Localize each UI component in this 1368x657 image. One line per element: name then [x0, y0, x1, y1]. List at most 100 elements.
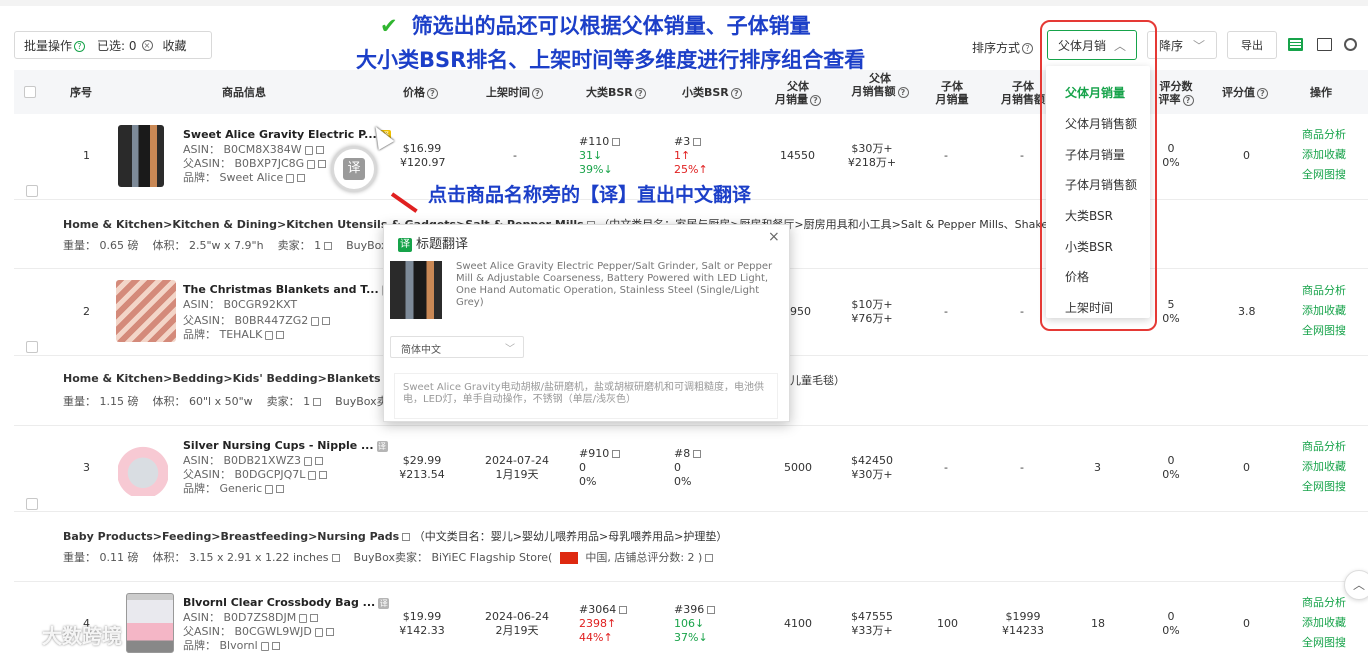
image-search-link[interactable]: 全网图搜	[1302, 165, 1346, 185]
image-search-link[interactable]: 全网图搜	[1302, 633, 1346, 653]
select-all-checkbox[interactable]	[24, 86, 36, 98]
parent-revenue-cell: $42450 ¥30万+	[851, 454, 893, 481]
external-link-icon[interactable]	[318, 160, 327, 168]
external-link-icon[interactable]	[322, 317, 331, 325]
price-cell: $29.99 ¥213.54	[399, 454, 445, 481]
image-search-link[interactable]: 全网图搜	[1302, 477, 1346, 497]
product-title-link[interactable]: The Christmas Blankets and T...	[183, 283, 379, 296]
copy-icon[interactable]	[260, 641, 269, 651]
product-title-link[interactable]: Blvornl Clear Crossbody Bag ...	[183, 596, 375, 609]
small-bsr-cell: #3 1↑ 25%↑	[674, 135, 708, 176]
external-link-icon[interactable]	[693, 138, 702, 146]
clear-selection-icon[interactable]: ×	[141, 39, 153, 51]
image-search-link[interactable]: 全网图搜	[1302, 321, 1346, 341]
sort-order-select[interactable]: 降序 ﹀	[1147, 31, 1217, 59]
settings-icon[interactable]	[1344, 38, 1357, 51]
external-link-icon[interactable]	[315, 146, 324, 154]
product-thumbnail[interactable]	[126, 593, 174, 653]
copy-icon[interactable]	[303, 456, 312, 466]
rating-count-cell: 0 0%	[1162, 454, 1180, 481]
copy-icon[interactable]	[299, 613, 308, 623]
external-link-icon[interactable]	[313, 398, 322, 406]
category-path-tail: 儿童毛毯）	[790, 374, 845, 387]
external-link-icon[interactable]	[297, 174, 306, 182]
translate-badge[interactable]: 译	[378, 597, 390, 609]
analyze-link[interactable]: 商品分析	[1302, 281, 1346, 301]
product-title-link[interactable]: Sweet Alice Gravity Electric P...	[183, 128, 377, 141]
list-view-icon[interactable]	[1288, 38, 1303, 51]
external-link-icon[interactable]	[693, 450, 702, 458]
product-thumbnail[interactable]	[118, 438, 168, 496]
watermark-logo: 大数跨境	[10, 620, 122, 649]
col-parent-sales: 父体 月销量?	[772, 80, 824, 106]
col-child-sales: 子体 月销量	[935, 80, 969, 106]
language-select[interactable]: 简体中文 ﹀	[390, 336, 524, 358]
small-bsr-cell: #396 106↓ 37%↓	[674, 603, 716, 645]
selected-count-label: 已选: 0	[97, 38, 137, 53]
row-checkbox[interactable]	[26, 185, 38, 197]
product-title-link[interactable]: Silver Nursing Cups - Nipple ...	[183, 439, 374, 452]
col-product: 商品信息	[222, 86, 266, 99]
copy-icon[interactable]	[265, 330, 274, 340]
batch-toolbar: 批量操作? 已选: 0 × 收藏	[14, 31, 212, 59]
copy-icon[interactable]	[265, 484, 274, 494]
scroll-top-button[interactable]: ︿	[1344, 570, 1368, 600]
external-link-icon[interactable]	[331, 554, 340, 562]
external-link-icon[interactable]	[325, 628, 334, 636]
add-favorite-link[interactable]: 添加收藏	[1302, 301, 1346, 321]
analyze-link[interactable]: 商品分析	[1302, 125, 1346, 145]
row-ops: 商品分析 添加收藏 全网图搜	[1302, 125, 1346, 185]
help-icon: ?	[74, 40, 86, 52]
copy-icon[interactable]	[308, 470, 317, 480]
external-link-icon[interactable]	[619, 606, 628, 614]
copy-icon[interactable]	[304, 145, 313, 155]
external-link-icon[interactable]	[271, 642, 280, 650]
category-path: Baby Products>Feeding>Breastfeeding>Nurs…	[63, 530, 728, 543]
product-thumbnail[interactable]	[118, 125, 164, 187]
export-button[interactable]: 导出	[1227, 31, 1277, 59]
product-thumbnail[interactable]	[116, 280, 176, 342]
copy-icon[interactable]	[286, 173, 295, 183]
external-link-icon[interactable]	[324, 242, 333, 250]
child-extra-cell: 18	[1091, 617, 1105, 630]
row-checkbox[interactable]	[26, 498, 38, 510]
child-sales-cell: -	[944, 461, 948, 474]
external-link-icon[interactable]	[612, 450, 621, 458]
favorite-button[interactable]: 收藏	[163, 37, 187, 54]
external-link-icon[interactable]	[276, 331, 285, 339]
external-link-icon[interactable]	[707, 606, 716, 614]
annotation-line-1: ✔ 筛选出的品还可以根据父体销量、子体销量	[380, 14, 811, 38]
price-cell: $16.99 ¥120.97	[400, 142, 446, 169]
external-link-icon[interactable]	[314, 457, 323, 465]
copy-icon[interactable]	[314, 627, 323, 637]
add-favorite-link[interactable]: 添加收藏	[1302, 145, 1346, 165]
external-link-icon[interactable]	[310, 614, 319, 622]
parent-sales-cell: 4100	[784, 617, 812, 630]
child-revenue-cell: $1999 ¥14233	[1002, 610, 1044, 637]
chinese-translation-box: Sweet Alice Gravity电动胡椒/盐研磨机，盐或胡椒研磨机和可调粗…	[394, 373, 778, 419]
translate-badge[interactable]: 译	[376, 440, 388, 452]
child-revenue-cell: -	[1020, 305, 1024, 318]
row-ops: 商品分析 添加收藏 全网图搜	[1302, 593, 1346, 653]
close-icon[interactable]: ×	[768, 229, 780, 245]
external-link-icon[interactable]	[705, 554, 714, 562]
batch-operations-button[interactable]: 批量操作?	[24, 37, 86, 54]
title-translate-popup: 译标题翻译 × Sweet Alice Gravity Electric Pep…	[383, 224, 790, 422]
add-favorite-link[interactable]: 添加收藏	[1302, 613, 1346, 633]
external-link-icon[interactable]	[612, 138, 621, 146]
red-arrow-icon	[390, 192, 418, 213]
row-checkbox[interactable]	[26, 341, 38, 353]
analyze-link[interactable]: 商品分析	[1302, 437, 1346, 457]
image-view-icon[interactable]	[1317, 38, 1332, 51]
add-favorite-link[interactable]: 添加收藏	[1302, 457, 1346, 477]
parent-sales-cell: 5000	[784, 461, 812, 474]
small-bsr-cell: #8 0 0%	[674, 447, 702, 489]
copy-icon[interactable]	[307, 159, 316, 169]
parent-revenue-cell: $10万+ ¥76万+	[851, 298, 893, 325]
external-link-icon[interactable]	[276, 485, 285, 493]
analyze-link[interactable]: 商品分析	[1302, 593, 1346, 613]
external-link-icon[interactable]	[402, 533, 411, 541]
external-link-icon[interactable]	[319, 471, 328, 479]
copy-icon[interactable]	[311, 316, 320, 326]
col-small-bsr: 小类BSR?	[682, 86, 742, 99]
